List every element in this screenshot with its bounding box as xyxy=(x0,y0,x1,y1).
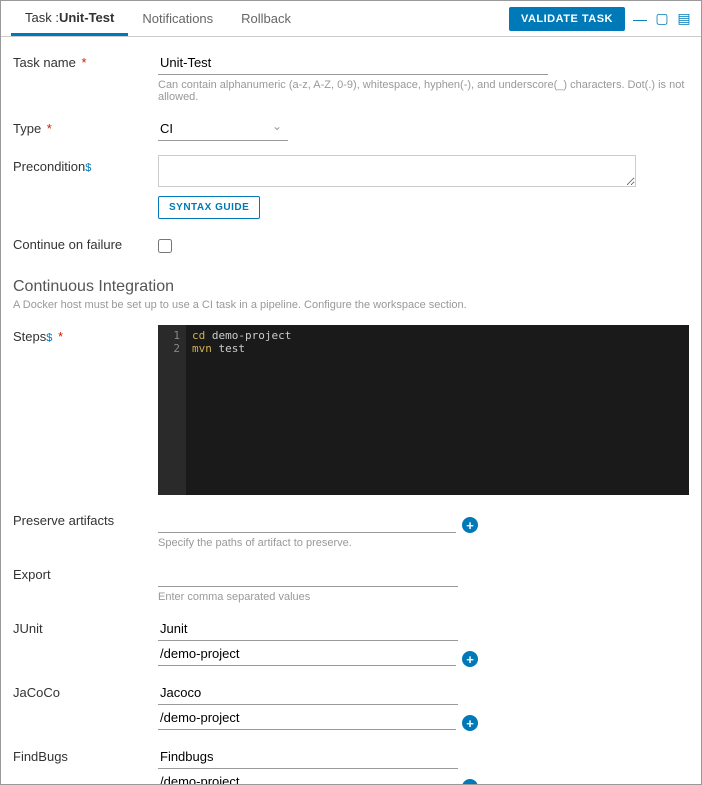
steps-label: Steps$ * xyxy=(13,325,158,344)
code-gutter: 1 2 xyxy=(158,325,186,495)
task-name-help: Can contain alphanumeric (a-z, A-Z, 0-9)… xyxy=(158,79,689,103)
header-bar: Task :Unit-Test Notifications Rollback V… xyxy=(1,1,701,37)
maximize-icon[interactable]: ▢ xyxy=(655,12,669,26)
junit-name-input[interactable] xyxy=(158,617,458,641)
minimize-icon[interactable]: — xyxy=(633,12,647,26)
junit-path-input[interactable] xyxy=(158,642,456,666)
task-name-input[interactable] xyxy=(158,51,548,75)
jacoco-name-input[interactable] xyxy=(158,681,458,705)
required-marker: * xyxy=(78,55,87,70)
preserve-label: Preserve artifacts xyxy=(13,509,158,528)
findbugs-name-input[interactable] xyxy=(158,745,458,769)
add-findbugs-icon[interactable]: + xyxy=(462,779,478,784)
header-actions: VALIDATE TASK — ▢ ▤ xyxy=(509,7,691,31)
task-name-label: Task name * xyxy=(13,51,158,70)
findbugs-path-input[interactable] xyxy=(158,770,456,784)
type-select[interactable] xyxy=(158,117,288,141)
type-label: Type * xyxy=(13,117,158,136)
row-junit: JUnit + xyxy=(13,617,689,667)
row-precondition: Precondition$ SYNTAX GUIDE xyxy=(13,155,689,219)
junit-label: JUnit xyxy=(13,617,158,636)
export-help: Enter comma separated values xyxy=(158,591,689,603)
export-label: Export xyxy=(13,563,158,582)
syntax-guide-button[interactable]: SYNTAX GUIDE xyxy=(158,196,260,219)
row-jacoco: JaCoCo + xyxy=(13,681,689,731)
continue-on-failure-checkbox[interactable] xyxy=(158,239,172,253)
variable-icon[interactable]: $ xyxy=(85,162,91,174)
preserve-artifacts-input[interactable] xyxy=(158,509,456,533)
row-task-name: Task name * Can contain alphanumeric (a-… xyxy=(13,51,689,103)
precondition-label: Precondition$ xyxy=(13,155,158,174)
ci-section-desc: A Docker host must be set up to use a CI… xyxy=(13,299,689,311)
validate-task-button[interactable]: VALIDATE TASK xyxy=(509,7,625,31)
add-jacoco-icon[interactable]: + xyxy=(462,715,478,731)
variable-icon[interactable]: $ xyxy=(46,332,52,344)
form-content[interactable]: Task name * Can contain alphanumeric (a-… xyxy=(1,37,701,784)
row-continue-on-failure: Continue on failure xyxy=(13,233,689,256)
preserve-help: Specify the paths of artifact to preserv… xyxy=(158,537,689,549)
line-number: 2 xyxy=(164,342,180,355)
continue-label: Continue on failure xyxy=(13,233,158,252)
ci-section-title: Continuous Integration xyxy=(13,278,689,296)
add-artifact-icon[interactable]: + xyxy=(462,517,478,533)
row-export: Export Enter comma separated values xyxy=(13,563,689,603)
required-marker: * xyxy=(54,329,63,344)
task-editor-panel: Task :Unit-Test Notifications Rollback V… xyxy=(0,0,702,785)
jacoco-path-input[interactable] xyxy=(158,706,456,730)
tab-rollback[interactable]: Rollback xyxy=(227,3,305,34)
row-type: Type * xyxy=(13,117,689,141)
row-preserve-artifacts: Preserve artifacts + Specify the paths o… xyxy=(13,509,689,549)
dock-icon[interactable]: ▤ xyxy=(677,12,691,26)
precondition-input[interactable] xyxy=(158,155,636,187)
export-input[interactable] xyxy=(158,563,458,587)
tab-task-name: Unit-Test xyxy=(59,10,114,25)
row-steps: Steps$ * 1 2 cd demo-project mvn test xyxy=(13,325,689,495)
tab-task[interactable]: Task :Unit-Test xyxy=(11,2,128,36)
line-number: 1 xyxy=(164,329,180,342)
jacoco-label: JaCoCo xyxy=(13,681,158,700)
findbugs-label: FindBugs xyxy=(13,745,158,764)
add-junit-icon[interactable]: + xyxy=(462,651,478,667)
tab-task-prefix: Task : xyxy=(25,10,59,25)
tab-notifications[interactable]: Notifications xyxy=(128,3,227,34)
row-findbugs: FindBugs + xyxy=(13,745,689,784)
steps-code-editor[interactable]: 1 2 cd demo-project mvn test xyxy=(158,325,689,495)
required-marker: * xyxy=(43,121,52,136)
code-body[interactable]: cd demo-project mvn test xyxy=(186,325,689,495)
